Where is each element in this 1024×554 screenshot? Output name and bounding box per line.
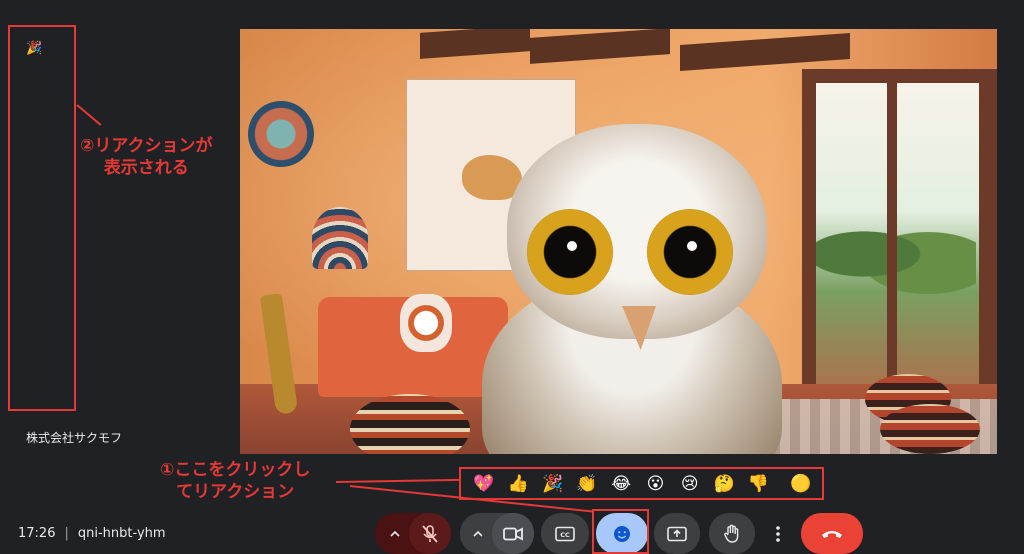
reaction-picker: 💖 👍 🎉 👏 😂 😮 😢 🤔 👎 🟡 <box>459 467 824 500</box>
present-screen-button[interactable] <box>654 513 700 554</box>
mic-control-group <box>375 513 451 554</box>
participant-name: 株式会社サクモフ <box>26 431 123 445</box>
annotation-highlight-frame <box>592 509 649 554</box>
floating-reaction-emoji: 🎉 <box>26 41 43 56</box>
raise-hand-icon <box>724 524 739 543</box>
camera-options-button[interactable] <box>464 513 492 554</box>
videocam-icon <box>503 527 523 540</box>
call-end-icon <box>822 530 842 538</box>
wall-fan <box>248 101 314 167</box>
sliding-door <box>802 69 997 404</box>
reaction-clap-button[interactable]: 👏 <box>572 470 602 498</box>
annotation-line: ①ここをクリックし <box>160 460 311 480</box>
reaction-display-area <box>8 25 76 411</box>
meeting-separator: | <box>64 526 69 541</box>
reaction-heart-button[interactable]: 💖 <box>469 470 499 498</box>
annotation-line: てリアクション <box>176 482 295 502</box>
meeting-info: 17:26 | qni-hnbt-yhm <box>18 526 166 541</box>
closed-captions-icon: CC <box>555 526 575 541</box>
more-options-button[interactable] <box>763 513 793 554</box>
svg-text:CC: CC <box>560 531 570 539</box>
owl-eye <box>527 209 613 295</box>
raise-hand-button[interactable] <box>709 513 755 554</box>
leave-call-button[interactable] <box>801 513 863 554</box>
captions-button[interactable]: CC <box>541 513 589 554</box>
pillow <box>400 294 452 352</box>
door-frame <box>887 83 897 404</box>
meeting-time: 17:26 <box>18 526 56 541</box>
mic-toggle-button[interactable] <box>409 513 451 554</box>
mic-off-icon <box>422 524 438 543</box>
reaction-sad-button[interactable]: 😢 <box>675 470 705 498</box>
meeting-code: qni-hnbt-yhm <box>77 526 166 541</box>
chevron-up-icon <box>390 530 400 537</box>
camera-toggle-button[interactable] <box>492 513 534 554</box>
annotation-pointer-line <box>335 478 459 483</box>
owl-eye <box>647 209 733 295</box>
reaction-thinking-button[interactable]: 🤔 <box>709 470 739 498</box>
chevron-up-icon <box>473 530 483 537</box>
reaction-party-button[interactable]: 🎉 <box>538 470 568 498</box>
annotation-reaction-shown: ②リアクションが 表示される <box>80 135 213 179</box>
reaction-thumbs-up-button[interactable]: 👍 <box>503 470 533 498</box>
annotation-line: ②リアクションが <box>80 136 213 156</box>
present-screen-icon <box>667 526 687 541</box>
owl-avatar <box>462 124 802 454</box>
pouf <box>880 404 980 454</box>
reaction-laugh-button[interactable]: 😂 <box>606 470 636 498</box>
annotation-click-here: ①ここをクリックし てリアクション <box>160 459 310 503</box>
skin-tone-button[interactable]: 🟡 <box>786 470 816 498</box>
more-vert-icon <box>776 525 780 542</box>
annotation-pointer-line <box>76 104 102 126</box>
wall-fan <box>312 207 368 269</box>
reaction-thumbs-down-button[interactable]: 👎 <box>743 470 773 498</box>
annotation-line: 表示される <box>103 158 189 178</box>
camera-control-group <box>460 513 534 554</box>
reaction-surprised-button[interactable]: 😮 <box>640 470 670 498</box>
mic-options-button[interactable] <box>381 513 409 554</box>
participant-video-tile <box>240 29 997 454</box>
